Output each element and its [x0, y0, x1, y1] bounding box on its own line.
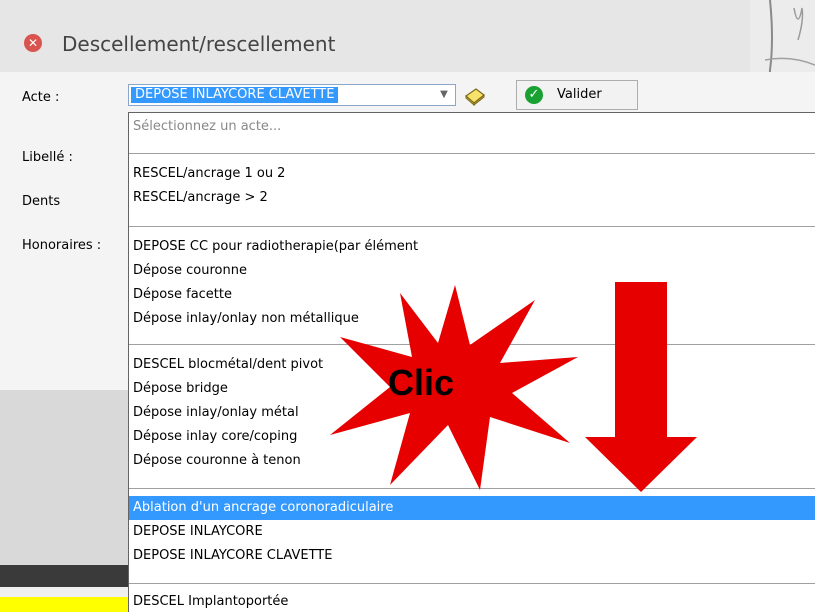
clic-label: Clic [388, 362, 455, 403]
list-item[interactable]: RESCEL/ancrage 1 ou 2 [133, 162, 815, 186]
list-item[interactable]: Dépose couronne [133, 259, 815, 283]
starburst-annotation [330, 285, 578, 490]
group-separator [129, 226, 815, 227]
arrow-down-icon [585, 282, 697, 492]
acte-label: Acte : [22, 90, 60, 105]
valider-label: Valider [557, 87, 602, 102]
group-separator [129, 153, 815, 154]
acte-select-value: DEPOSE INLAYCORE CLAVETTE [131, 87, 339, 103]
libelle-label: Libellé : [22, 150, 73, 165]
dropdown-placeholder[interactable]: Sélectionnez un acte... [133, 115, 815, 139]
group-separator [129, 583, 815, 584]
list-item[interactable]: DEPOSE INLAYCORE [133, 520, 815, 544]
dark-bar [0, 565, 128, 587]
window-title: Descellement/rescellement [62, 32, 336, 56]
close-icon[interactable]: ✕ [24, 34, 42, 52]
acte-select[interactable]: DEPOSE INLAYCORE CLAVETTE ▼ [128, 84, 456, 106]
yellow-bar [0, 597, 128, 612]
valider-button[interactable]: ✓ Valider [516, 80, 638, 110]
list-item[interactable]: DEPOSE INLAYCORE CLAVETTE [133, 544, 815, 568]
check-icon: ✓ [525, 86, 543, 104]
list-item[interactable]: DESCEL Implantoportée [133, 590, 815, 612]
background-panel [0, 390, 128, 580]
honoraires-label: Honoraires : [22, 238, 102, 253]
chevron-down-icon[interactable]: ▼ [435, 87, 453, 103]
book-icon[interactable] [464, 86, 486, 107]
list-item[interactable]: RESCEL/ancrage > 2 [133, 186, 815, 210]
dents-label: Dents [22, 194, 61, 209]
list-item-highlighted[interactable]: Ablation d'un ancrage coronoradiculaire [129, 496, 815, 520]
list-item[interactable]: DEPOSE CC pour radiotherapie(par élément [133, 235, 815, 259]
